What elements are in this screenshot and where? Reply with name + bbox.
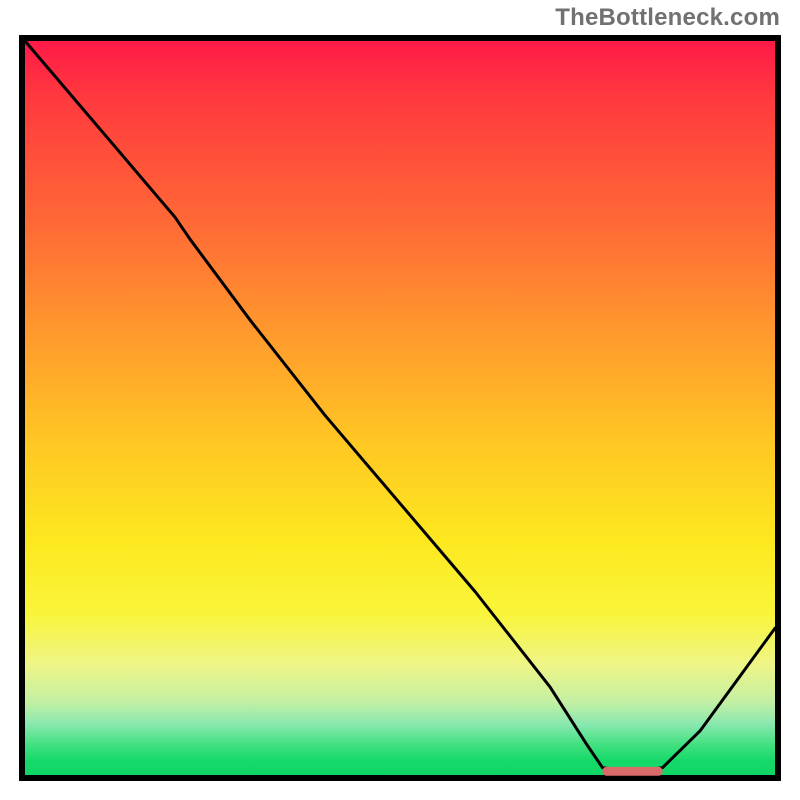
plot-area (19, 35, 781, 781)
bottleneck-curve (25, 41, 775, 771)
optimum-marker (603, 767, 663, 776)
chart-frame: TheBottleneck.com (0, 0, 800, 800)
bottleneck-curve-layer (25, 41, 775, 775)
attribution-text: TheBottleneck.com (555, 4, 780, 32)
